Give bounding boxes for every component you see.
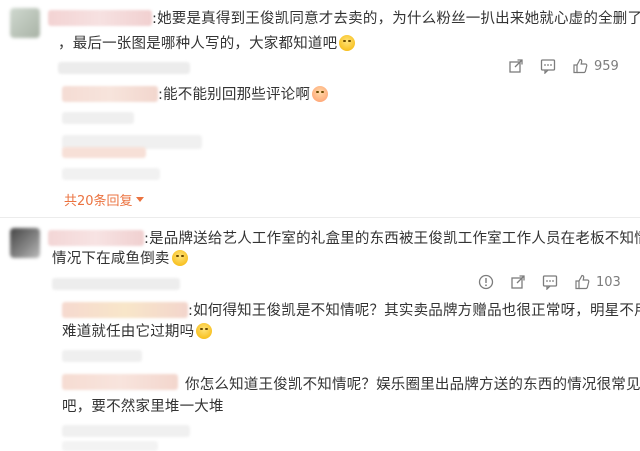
reply-blurred xyxy=(62,441,158,451)
timestamp-blurred xyxy=(58,62,190,74)
reply-text: 吧，要不然家里堆一大堆 xyxy=(62,396,224,418)
username-blurred[interactable] xyxy=(62,374,178,390)
reply-text: :能不能别回那些评论啊 xyxy=(158,84,329,106)
like-count: 103 xyxy=(596,274,621,290)
timestamp-blurred xyxy=(62,425,190,437)
comment-text: :她要是真得到王俊凯同意才去卖的，为什么粉丝一扒出来她就心虚的全删了 xyxy=(152,8,640,30)
username-blurred[interactable] xyxy=(48,230,144,246)
timestamp-blurred xyxy=(62,112,134,124)
avatar[interactable] xyxy=(10,8,40,38)
avatar[interactable] xyxy=(10,228,40,258)
timestamp-blurred xyxy=(52,278,180,290)
reply-text-line: 你怎么知道王俊凯不知情呢？娱乐圈里出品牌方送的东西的情况很常见 xyxy=(185,377,640,393)
divider xyxy=(0,217,640,218)
comment-text-line: 情况下在咸鱼倒卖 xyxy=(52,251,170,267)
comment-actions: 103 xyxy=(478,274,621,290)
reply-blurred xyxy=(62,168,160,180)
comment-actions: 959 xyxy=(508,58,619,74)
emoji-icon xyxy=(171,250,188,266)
comment-text: :是品牌送给艺人工作室的礼盒里的东西被王俊凯工作室工作人员在老板不知情的 xyxy=(144,228,640,250)
emoji-icon xyxy=(339,35,356,51)
like-count: 959 xyxy=(594,58,619,74)
reply-text-line: :如何得知王俊凯是不知情呢？其实卖品牌方赠品也很正常呀，明星不用 xyxy=(188,303,640,319)
emoji-icon xyxy=(312,86,329,102)
comment-text: ，最后一张图是哪种人写的，大家都知道吧 xyxy=(58,33,356,55)
reply-text-line: :能不能别回那些评论啊 xyxy=(158,87,311,103)
reply-text-line: 吧，要不然家里堆一大堆 xyxy=(62,399,224,415)
reply-text: 难道就任由它过期吗 xyxy=(62,321,213,343)
like-icon[interactable] xyxy=(572,58,588,74)
username-blurred[interactable] xyxy=(62,302,188,318)
emoji-icon xyxy=(196,323,213,339)
reply-blurred xyxy=(62,147,146,158)
timestamp-blurred xyxy=(62,350,142,362)
share-icon[interactable] xyxy=(510,274,526,290)
reply-text-line: 难道就任由它过期吗 xyxy=(62,324,195,340)
more-replies-label: 共20条回复 xyxy=(64,194,133,209)
reply-text: 你怎么知道王俊凯不知情呢？娱乐圈里出品牌方送的东西的情况很常见 xyxy=(185,374,640,396)
comment-text-line: ，最后一张图是哪种人写的，大家都知道吧 xyxy=(58,36,338,52)
comment-text-line: :她要是真得到王俊凯同意才去卖的，为什么粉丝一扒出来她就心虚的全删了 xyxy=(152,11,640,27)
username-blurred[interactable] xyxy=(62,86,158,102)
comment-icon[interactable] xyxy=(542,274,558,290)
comment-icon[interactable] xyxy=(540,58,556,74)
comment-text-line: :是品牌送给艺人工作室的礼盒里的东西被王俊凯工作室工作人员在老板不知情的 xyxy=(144,231,640,247)
comment-text: 情况下在咸鱼倒卖 xyxy=(52,248,188,270)
reply-text: :如何得知王俊凯是不知情呢？其实卖品牌方赠品也很正常呀，明星不用 xyxy=(188,300,640,322)
like-icon[interactable] xyxy=(574,274,590,290)
more-replies-link[interactable]: 共20条回复 xyxy=(64,190,144,209)
username-blurred[interactable] xyxy=(48,10,152,26)
report-icon[interactable] xyxy=(478,274,494,290)
chevron-down-icon xyxy=(135,197,144,202)
share-icon[interactable] xyxy=(508,58,524,74)
